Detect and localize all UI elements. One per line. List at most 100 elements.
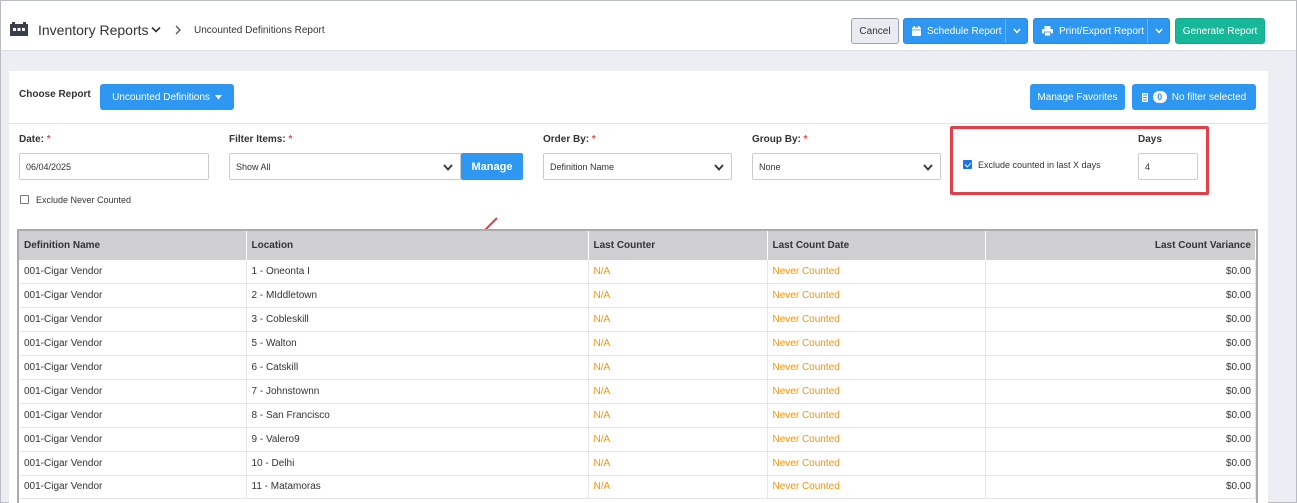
order-by-select[interactable]: Definition Name: [543, 153, 732, 180]
top-header: Inventory Reports Uncounted Definitions …: [1, 1, 1296, 51]
divider: [9, 123, 1268, 124]
cell-last-count-date: Never Counted: [767, 475, 986, 500]
chevron-down-icon: [714, 164, 724, 171]
col-last-count-variance[interactable]: Last Count Variance: [985, 231, 1256, 260]
cell-location: 10 - Delhi: [246, 451, 589, 476]
group-by-select[interactable]: None: [752, 153, 941, 180]
cell-variance: $0.00: [985, 427, 1256, 452]
chevron-down-icon: [923, 164, 933, 171]
cell-definition-name: 001-Cigar Vendor: [19, 427, 247, 452]
printer-icon: [1042, 26, 1053, 36]
cell-last-counter: N/A: [588, 307, 768, 333]
cell-location: 6 - Catskill: [246, 355, 589, 380]
cell-last-counter: N/A: [588, 475, 768, 500]
choose-report-label: Choose Report: [19, 89, 91, 100]
report-select-value: Uncounted Definitions: [112, 91, 210, 103]
filter-button[interactable]: 0 No filter selected: [1132, 84, 1256, 110]
cell-last-counter: N/A: [588, 379, 768, 404]
table-row: 001-Cigar Vendor 11 - Matamoras N/A Neve…: [19, 475, 1256, 500]
schedule-dropdown-toggle[interactable]: [1005, 19, 1027, 43]
generate-report-button[interactable]: Generate Report: [1175, 18, 1265, 44]
caret-down-icon: [214, 94, 222, 99]
col-definition-name[interactable]: Definition Name: [19, 231, 247, 260]
cell-last-counter: N/A: [588, 403, 768, 428]
cell-last-count-date: Never Counted: [767, 403, 986, 428]
order-by-label-text: Order By:: [543, 134, 590, 145]
filter-items-select[interactable]: Show All: [229, 153, 461, 180]
table-row: 001-Cigar Vendor 6 - Catskill N/A Never …: [19, 355, 1256, 380]
print-export-button[interactable]: Print/Export Report: [1033, 18, 1170, 44]
highlight-annotation-box: [950, 126, 1209, 195]
exclude-never-label: Exclude Never Counted: [36, 195, 132, 205]
cell-definition-name: 001-Cigar Vendor: [19, 451, 247, 476]
order-by-label: Order By: *: [543, 134, 596, 145]
group-by-label: Group By: *: [752, 134, 808, 145]
table-row: 001-Cigar Vendor 7 - Johnstownn N/A Neve…: [19, 379, 1256, 404]
cell-definition-name: 001-Cigar Vendor: [19, 331, 247, 357]
date-input[interactable]: 06/04/2025: [19, 153, 209, 180]
cell-location: 9 - Valero9: [246, 427, 589, 452]
cell-location: 2 - MIddletown: [246, 283, 589, 309]
table-row: 001-Cigar Vendor 10 - Delhi N/A Never Co…: [19, 451, 1256, 476]
cell-last-count-date: Never Counted: [767, 331, 986, 357]
col-last-count-date[interactable]: Last Count Date: [767, 231, 986, 260]
cell-last-count-date: Never Counted: [767, 427, 986, 452]
cell-last-count-date: Never Counted: [767, 307, 986, 333]
cell-definition-name: 001-Cigar Vendor: [19, 355, 247, 380]
cell-location: 7 - Johnstownn: [246, 379, 589, 404]
filter-items-label: Filter Items: *: [229, 134, 292, 145]
print-dropdown-toggle[interactable]: [1147, 19, 1169, 43]
cell-definition-name: 001-Cigar Vendor: [19, 307, 247, 333]
cell-location: 1 - Oneonta I: [246, 260, 589, 285]
group-by-label-text: Group By:: [752, 134, 801, 145]
table-row: 001-Cigar Vendor 2 - MIddletown N/A Neve…: [19, 283, 1256, 309]
cell-variance: $0.00: [985, 331, 1256, 357]
cell-location: 11 - Matamoras: [246, 475, 589, 500]
cell-definition-name: 001-Cigar Vendor: [19, 260, 247, 285]
cancel-button[interactable]: Cancel: [851, 18, 899, 44]
app-title[interactable]: Inventory Reports: [38, 22, 149, 38]
filter-icon: [1141, 92, 1148, 102]
inventory-icon: [10, 22, 28, 36]
manage-favorites-button[interactable]: Manage Favorites: [1030, 84, 1125, 110]
cell-last-count-date: Never Counted: [767, 283, 986, 309]
filter-count-badge: 0: [1152, 91, 1167, 103]
report-select-button[interactable]: Uncounted Definitions: [100, 84, 234, 110]
cell-variance: $0.00: [985, 379, 1256, 404]
cell-variance: $0.00: [985, 355, 1256, 380]
date-label: Date: *: [19, 134, 51, 145]
chevron-down-icon: [443, 164, 453, 171]
required-marker: *: [288, 134, 293, 145]
cell-last-count-date: Never Counted: [767, 355, 986, 380]
cell-variance: $0.00: [985, 260, 1256, 285]
cell-definition-name: 001-Cigar Vendor: [19, 475, 247, 500]
cell-variance: $0.00: [985, 403, 1256, 428]
cell-last-counter: N/A: [588, 283, 768, 309]
group-by-value: None: [759, 161, 781, 172]
table-header-row: Definition Name Location Last Counter La…: [19, 231, 1256, 260]
schedule-report-button[interactable]: Schedule Report: [903, 18, 1028, 44]
chevron-down-icon[interactable]: [151, 26, 161, 34]
date-label-text: Date:: [19, 134, 45, 145]
required-marker: *: [803, 134, 808, 145]
order-by-value: Definition Name: [550, 161, 615, 172]
cell-definition-name: 001-Cigar Vendor: [19, 403, 247, 428]
required-marker: *: [46, 134, 51, 145]
cell-last-counter: N/A: [588, 331, 768, 357]
cell-last-count-date: Never Counted: [767, 451, 986, 476]
breadcrumb: Uncounted Definitions Report: [194, 25, 325, 36]
manage-button[interactable]: Manage: [461, 153, 523, 180]
table-row: 001-Cigar Vendor 9 - Valero9 N/A Never C…: [19, 427, 1256, 452]
print-export-main[interactable]: Print/Export Report: [1034, 19, 1144, 43]
exclude-never-checkbox[interactable]: [20, 195, 29, 204]
schedule-report-main[interactable]: Schedule Report: [904, 19, 1002, 43]
cell-last-counter: N/A: [588, 427, 768, 452]
cell-variance: $0.00: [985, 451, 1256, 476]
cell-variance: $0.00: [985, 307, 1256, 333]
col-last-counter[interactable]: Last Counter: [588, 231, 768, 260]
report-table: Definition Name Location Last Counter La…: [17, 229, 1258, 503]
table-row: 001-Cigar Vendor 1 - Oneonta I N/A Never…: [19, 260, 1256, 285]
chevron-right-icon: [175, 25, 181, 35]
col-location[interactable]: Location: [246, 231, 589, 260]
required-marker: *: [591, 134, 596, 145]
